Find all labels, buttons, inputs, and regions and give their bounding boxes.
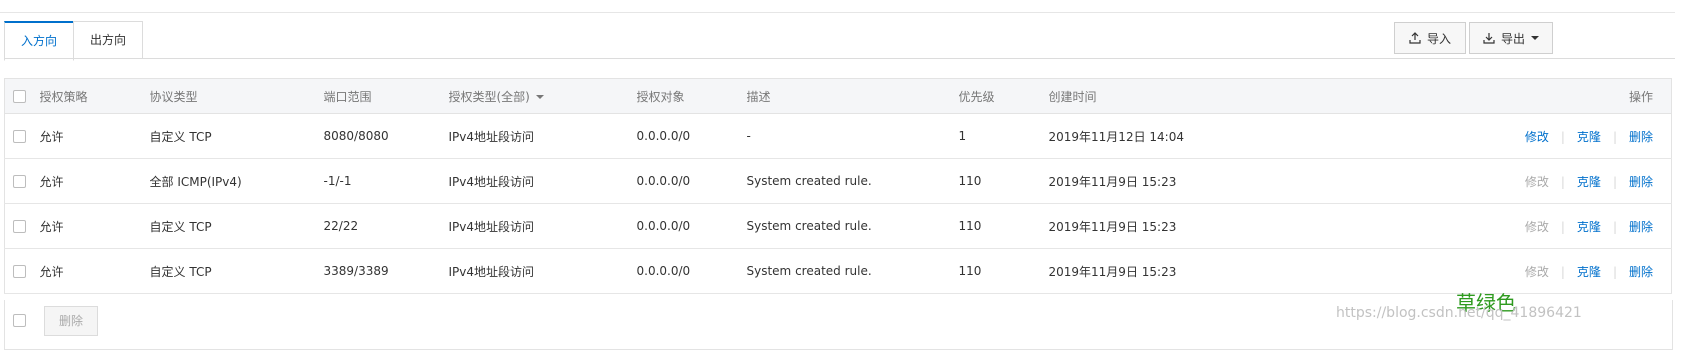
cell-created: 2019年11月9日 15:23 [1048,219,1177,234]
table-header-row: 授权策略 协议类型 端口范围 授权类型(全部) 授权对象 描述 优先级 创建时间… [4,78,1672,114]
cell-auth-type: IPv4地址段访问 [448,264,535,279]
header-protocol: 协议类型 [149,78,324,114]
cell-auth-object: 0.0.0.0/0 [636,174,691,188]
cell-auth-object: 0.0.0.0/0 [636,129,691,143]
edit-link: 修改 [1524,264,1549,279]
delete-link[interactable]: 删除 [1629,175,1653,189]
cell-port: -1/-1 [323,174,352,188]
cell-actions: 修改 | 克隆 | 删除 [1254,159,1672,204]
tab-inbound[interactable]: 入方向 [4,21,75,61]
cell-protocol: 自定义 TCP [149,219,212,234]
cell-protocol: 自定义 TCP [149,264,212,279]
cell-created: 2019年11月9日 15:23 [1048,264,1177,279]
header-priority: 优先级 [958,78,1049,114]
action-separator: | [1560,129,1565,144]
import-label: 导入 [1426,31,1451,46]
delete-link[interactable]: 删除 [1629,220,1653,234]
action-separator: | [1560,264,1565,279]
tab-divider [4,58,1675,59]
cell-priority: 1 [958,129,967,143]
cell-auth-object: 0.0.0.0/0 [636,219,691,233]
action-separator: | [1612,219,1617,234]
cell-auth-object: 0.0.0.0/0 [636,264,691,278]
edit-link: 修改 [1524,174,1549,189]
delete-link[interactable]: 删除 [1629,130,1653,144]
header-auth-object: 授权对象 [636,78,747,114]
batch-delete-button[interactable]: 删除 [44,306,98,336]
cell-description: System created rule. [746,174,872,188]
row-checkbox[interactable] [13,220,26,233]
delete-link[interactable]: 删除 [1629,265,1653,279]
cell-actions: 修改 | 克隆 | 删除 [1254,204,1672,249]
cell-priority: 110 [958,174,982,188]
table-row: 允许 自定义 TCP 8080/8080 IPv4地址段访问 0.0.0.0/0 - 1 20… [4,114,1672,159]
header-auth-type-filter[interactable]: 授权类型(全部) [448,78,637,114]
export-label: 导出 [1500,31,1525,46]
caret-down-icon [535,95,544,99]
cell-port: 3389/3389 [323,264,389,278]
security-rules-table: 授权策略 协议类型 端口范围 授权类型(全部) 授权对象 描述 优先级 创建时间… [4,78,1672,294]
import-button[interactable]: 导入 [1394,22,1466,54]
header-created: 创建时间 [1048,78,1254,114]
cell-policy: 允许 [39,174,64,189]
export-button[interactable]: 导出 [1469,22,1553,54]
action-separator: | [1560,219,1565,234]
cell-auth-type: IPv4地址段访问 [448,174,535,189]
row-checkbox[interactable] [13,130,26,143]
cell-description: - [746,129,751,143]
cell-created: 2019年11月9日 15:23 [1048,174,1177,189]
edit-link: 修改 [1524,219,1549,234]
auth-type-label: 授权类型(全部) [448,89,530,104]
cell-auth-type: IPv4地址段访问 [448,219,535,234]
header-actions: 操作 [1253,78,1672,114]
cell-protocol: 全部 ICMP(IPv4) [149,174,242,189]
header-policy: 授权策略 [39,78,150,114]
upload-icon [1409,32,1421,44]
cell-policy: 允许 [39,219,64,234]
table-row: 允许 全部 ICMP(IPv4) -1/-1 IPv4地址段访问 0.0.0.0/0 Sy… [4,159,1672,204]
row-checkbox[interactable] [13,265,26,278]
clone-link[interactable]: 克隆 [1577,265,1601,279]
cell-port: 22/22 [323,219,359,233]
cell-description: System created rule. [746,264,872,278]
cell-priority: 110 [958,219,982,233]
watermark-url: https://blog.csdn.net/qq_41896421 [1336,305,1582,321]
action-separator: | [1612,174,1617,189]
edit-link[interactable]: 修改 [1525,130,1549,144]
row-checkbox[interactable] [13,175,26,188]
footer-select-all-checkbox[interactable] [13,314,26,327]
table-row: 允许 自定义 TCP 22/22 IPv4地址段访问 0.0.0.0/0 System c… [4,204,1672,249]
cell-description: System created rule. [746,219,872,233]
action-separator: | [1560,174,1565,189]
cell-port: 8080/8080 [323,129,389,143]
cell-policy: 允许 [39,129,64,144]
action-separator: | [1612,264,1617,279]
cell-auth-type: IPv4地址段访问 [448,129,535,144]
direction-tabs: 入方向 出方向 [4,21,144,61]
caret-down-icon [1531,36,1539,40]
cell-policy: 允许 [39,264,64,279]
clone-link[interactable]: 克隆 [1577,175,1601,189]
table-row: 允许 自定义 TCP 3389/3389 IPv4地址段访问 0.0.0.0/0 Syst… [4,249,1672,294]
clone-link[interactable]: 克隆 [1577,220,1601,234]
cell-created: 2019年11月12日 14:04 [1048,129,1184,144]
header-description: 描述 [746,78,959,114]
header-port: 端口范围 [323,78,449,114]
cell-actions: 修改 | 克隆 | 删除 [1254,114,1672,159]
cell-priority: 110 [958,264,982,278]
tab-outbound[interactable]: 出方向 [73,21,144,59]
download-icon [1483,32,1495,44]
select-all-checkbox[interactable] [13,90,26,103]
action-separator: | [1612,129,1617,144]
cell-protocol: 自定义 TCP [149,129,212,144]
top-divider [0,12,1675,13]
clone-link[interactable]: 克隆 [1577,130,1601,144]
